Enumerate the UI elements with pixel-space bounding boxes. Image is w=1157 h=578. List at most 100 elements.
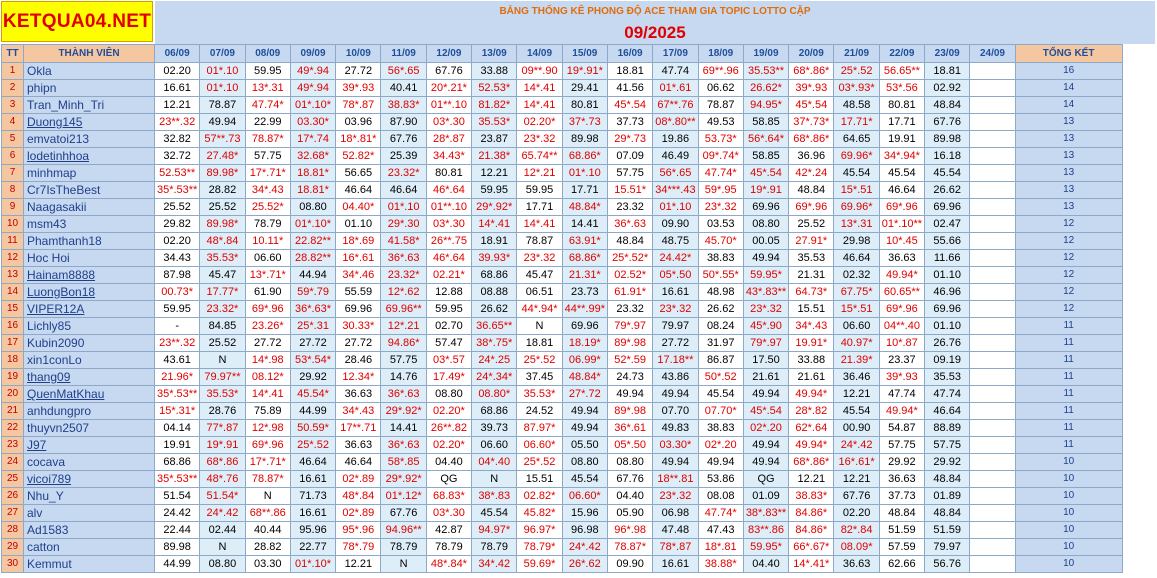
score-cell[interactable]: 12.21	[788, 470, 835, 488]
score-cell[interactable]	[969, 164, 1016, 182]
score-cell[interactable]: 78.79	[425, 538, 473, 556]
score-cell[interactable]: 08.80	[425, 385, 473, 403]
score-cell[interactable]: 48*.84	[199, 232, 246, 250]
score-cell[interactable]: 45.54	[471, 504, 518, 522]
score-cell[interactable]	[969, 419, 1016, 437]
score-cell[interactable]: 17.18**	[652, 351, 699, 369]
score-cell[interactable]: 27.72	[335, 334, 382, 352]
score-cell[interactable]: 00.73*	[153, 283, 201, 301]
score-cell[interactable]: 02.20*	[425, 402, 473, 420]
score-cell[interactable]: 68**.86	[244, 504, 291, 522]
score-cell[interactable]: 39*.93	[878, 368, 926, 386]
score-cell[interactable]: 67.76	[425, 62, 473, 80]
score-cell[interactable]: 50.59*	[289, 419, 337, 437]
score-cell[interactable]: 39*.93	[335, 79, 382, 97]
score-cell[interactable]: 47.48	[652, 521, 699, 539]
score-cell[interactable]	[969, 402, 1016, 420]
score-cell[interactable]: 25*.31	[289, 317, 337, 335]
score-cell[interactable]: 86.87	[697, 351, 744, 369]
score-cell[interactable]: 29.41	[561, 79, 608, 97]
score-cell[interactable]: 59.95	[471, 181, 518, 199]
score-cell[interactable]: 49.83	[652, 419, 699, 437]
score-cell[interactable]: 78.79	[471, 538, 518, 556]
score-cell[interactable]: 25.52	[153, 198, 201, 216]
score-cell[interactable]: 25.52	[199, 198, 246, 216]
score-cell[interactable]: 27.48*	[199, 147, 246, 165]
score-cell[interactable]: 14*.41*	[788, 555, 835, 573]
member-name[interactable]: catton	[23, 538, 155, 556]
score-cell[interactable]: 35.53*	[471, 113, 518, 131]
score-cell[interactable]: 45.54	[697, 385, 744, 403]
score-cell[interactable]: 35.53*	[199, 385, 246, 403]
score-cell[interactable]	[969, 555, 1016, 573]
score-cell[interactable]: 25.52	[199, 334, 246, 352]
score-cell[interactable]: 36*.63	[606, 215, 654, 233]
score-cell[interactable]: 03*.57	[425, 351, 473, 369]
score-cell[interactable]: 44.99	[153, 555, 201, 573]
score-cell[interactable]: 46.64	[833, 249, 880, 267]
score-cell[interactable]: N	[244, 487, 291, 505]
score-cell[interactable]: 49.94*	[878, 266, 926, 284]
score-cell[interactable]: 40.44	[244, 521, 291, 539]
score-cell[interactable]: 53.73*	[697, 130, 744, 148]
score-cell[interactable]: 06.51	[516, 283, 563, 301]
score-cell[interactable]: 51.54*	[199, 487, 246, 505]
score-cell[interactable]: 45.54	[924, 164, 971, 182]
score-cell[interactable]: 59.95	[516, 181, 563, 199]
score-cell[interactable]: 19*.91	[742, 181, 790, 199]
score-cell[interactable]: 68.86	[153, 453, 201, 471]
member-name[interactable]: Hainam8888	[23, 266, 155, 284]
score-cell[interactable]: 34***.43	[652, 181, 699, 199]
score-cell[interactable]: 51.59	[924, 521, 971, 539]
score-cell[interactable]: 38.88*	[697, 555, 744, 573]
score-cell[interactable]: 23.26*	[244, 317, 291, 335]
score-cell[interactable]: 57.75	[878, 436, 926, 454]
score-cell[interactable]: 79*.97	[606, 317, 654, 335]
score-cell[interactable]: 04.40	[742, 555, 790, 573]
score-cell[interactable]: 44.99	[289, 402, 337, 420]
score-cell[interactable]: 47.74*	[697, 504, 744, 522]
score-cell[interactable]: 07.09	[606, 147, 654, 165]
score-cell[interactable]: 16.61	[289, 504, 337, 522]
score-cell[interactable]: 42*.24	[788, 164, 835, 182]
score-cell[interactable]: 29.98	[833, 232, 880, 250]
score-cell[interactable]: 26.62	[924, 181, 971, 199]
score-cell[interactable]: 59.95	[425, 300, 473, 318]
score-cell[interactable]: 18.81	[606, 62, 654, 80]
score-cell[interactable]	[969, 283, 1016, 301]
score-cell[interactable]: 57.47	[425, 334, 473, 352]
score-cell[interactable]: 26**.82	[425, 419, 473, 437]
score-cell[interactable]: 26.76	[924, 334, 971, 352]
score-cell[interactable]: 45.82*	[516, 504, 563, 522]
member-name[interactable]: minhmap	[23, 164, 155, 182]
score-cell[interactable]	[969, 147, 1016, 165]
score-cell[interactable]: 48.84	[924, 504, 971, 522]
score-cell[interactable]: 25*.52	[833, 62, 880, 80]
member-name[interactable]: Hoc Hoi	[23, 249, 155, 267]
score-cell[interactable]	[969, 385, 1016, 403]
score-cell[interactable]: 15.96	[561, 504, 608, 522]
score-cell[interactable]: 48.98	[697, 283, 744, 301]
score-cell[interactable]: 59.95*	[742, 538, 790, 556]
score-cell[interactable]	[969, 266, 1016, 284]
score-cell[interactable]: 14*.41	[516, 79, 563, 97]
member-name[interactable]: J97	[23, 436, 155, 454]
score-cell[interactable]: 07.70*	[697, 402, 744, 420]
score-cell[interactable]: 45.54	[833, 402, 880, 420]
score-cell[interactable]: 19.91*	[788, 334, 835, 352]
score-cell[interactable]: 43*.83**	[742, 283, 790, 301]
score-cell[interactable]: 47.43	[697, 521, 744, 539]
score-cell[interactable]: 18.81*	[289, 181, 337, 199]
score-cell[interactable]: 23.73	[561, 283, 608, 301]
member-name[interactable]: Kubin2090	[23, 334, 155, 352]
score-cell[interactable]: 01.89	[924, 487, 971, 505]
score-cell[interactable]: 27.72	[652, 334, 699, 352]
score-cell[interactable]: 55.59	[335, 283, 382, 301]
score-cell[interactable]: 49*.94	[289, 62, 337, 80]
score-cell[interactable]: 80.81	[561, 96, 608, 114]
score-cell[interactable]: 49.94	[561, 402, 608, 420]
score-cell[interactable]: 49.94	[199, 113, 246, 131]
member-name[interactable]: LuongBon18	[23, 283, 155, 301]
score-cell[interactable]: 71.73	[289, 487, 337, 505]
score-cell[interactable]: 36.46	[833, 368, 880, 386]
